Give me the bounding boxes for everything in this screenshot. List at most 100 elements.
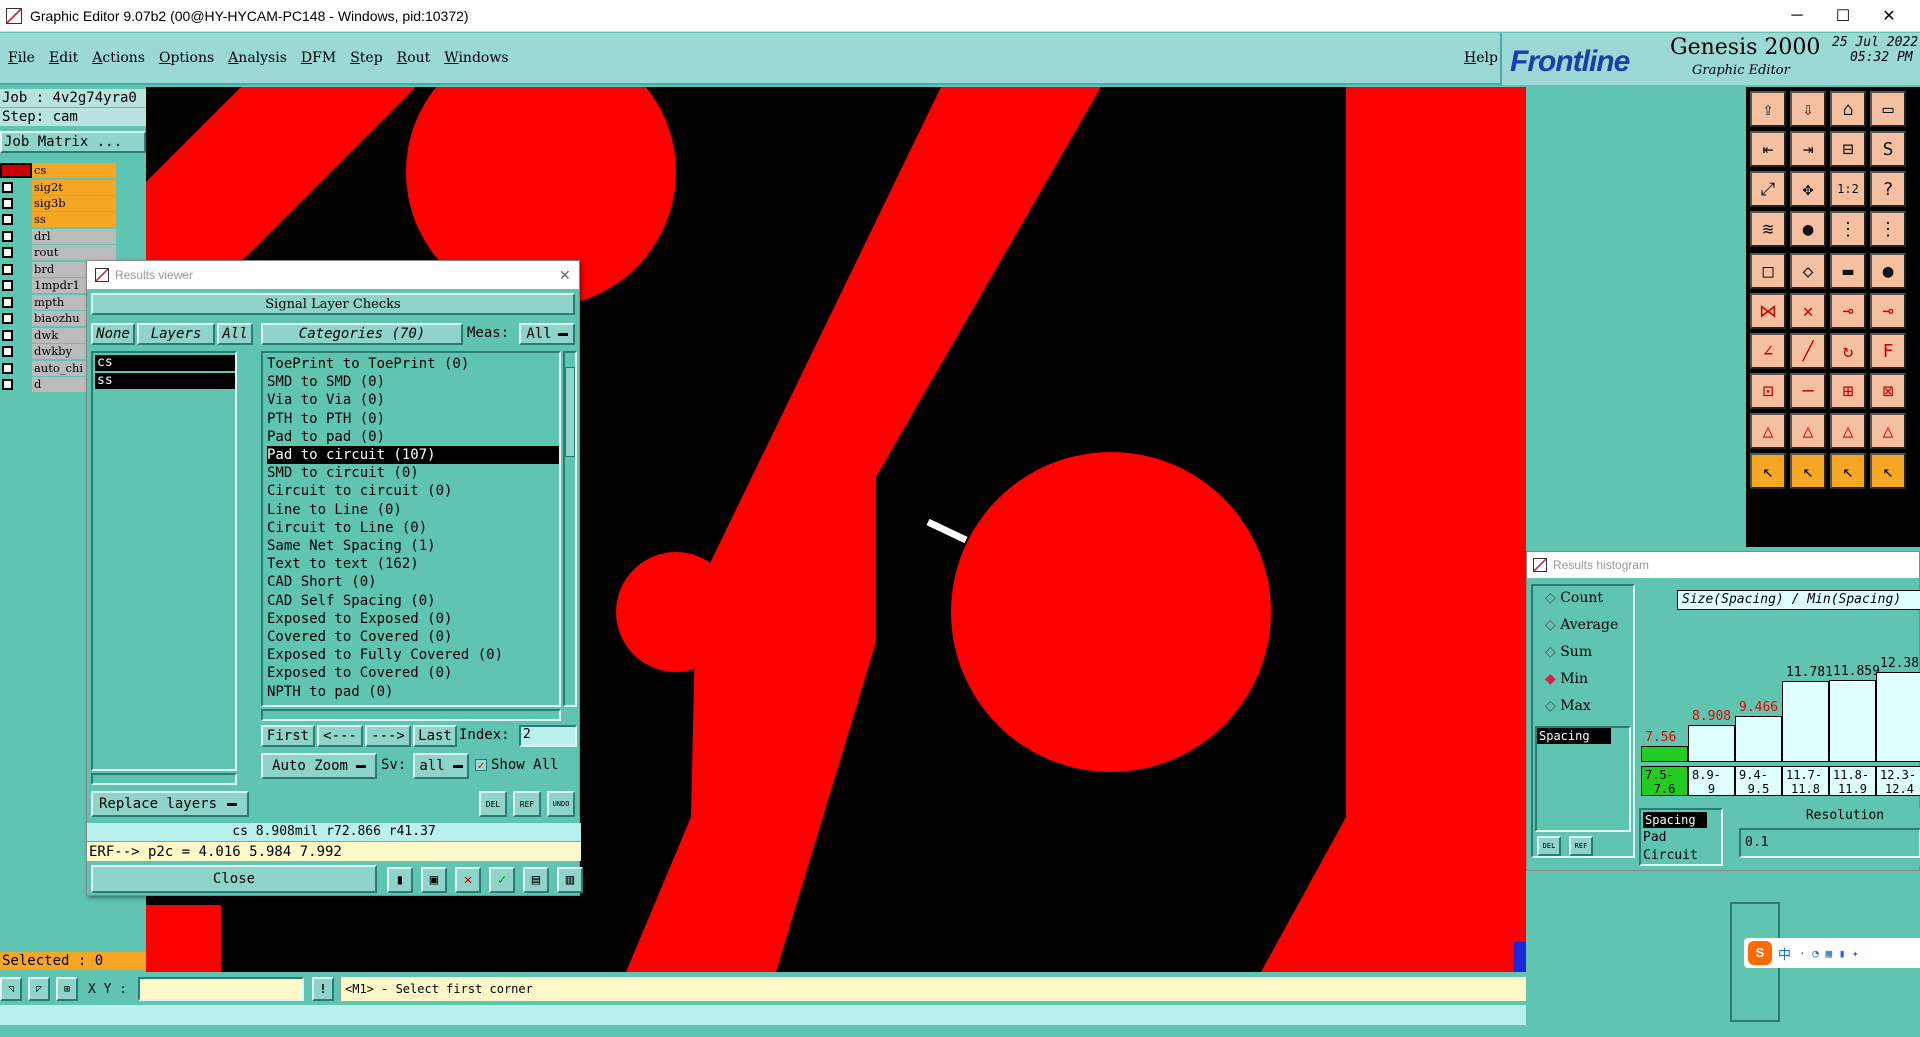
tri-c-icon[interactable]: △ (1830, 413, 1866, 449)
s-icon[interactable]: S (1870, 131, 1906, 167)
menu-windows[interactable]: Windows (444, 50, 508, 66)
layer-checkbox[interactable] (2, 346, 13, 357)
auto-zoom-dropdown[interactable]: Auto Zoom (261, 753, 377, 779)
arc-icon[interactable]: ↻ (1830, 333, 1866, 369)
layer-row-sig3b[interactable]: sig3b (0, 196, 118, 211)
tri-a-icon[interactable]: △ (1750, 413, 1786, 449)
categories-hscrollbar[interactable] (261, 709, 561, 721)
result-layer-ss[interactable]: ss (95, 373, 235, 389)
link-b-icon[interactable]: ⊸ (1870, 293, 1906, 329)
info-icon[interactable]: ! (312, 977, 334, 1001)
menu-actions[interactable]: Actions (92, 50, 145, 66)
result-layer-cs[interactable]: cs (95, 355, 235, 371)
scroll-thumb[interactable] (565, 367, 575, 457)
results-viewer-close-icon[interactable]: ✕ (559, 267, 571, 284)
layer-checkbox[interactable] (2, 313, 13, 324)
prev-button[interactable]: <--- (317, 725, 363, 747)
pointer-a-icon[interactable]: ↖ (1750, 453, 1786, 489)
angle-icon[interactable]: ∠ (1750, 333, 1786, 369)
ime-tools-icon[interactable]: · ◔ ▦ ▮ ✦ (1799, 947, 1859, 960)
option-min[interactable]: ◆ Min (1545, 671, 1588, 687)
category-item[interactable]: CAD Self Spacing (0) (267, 592, 436, 610)
report-icon[interactable]: ▤ (523, 867, 549, 893)
undo-icon[interactable]: ⇪ (1750, 91, 1786, 127)
pointer-d-icon[interactable]: ↖ (1870, 453, 1906, 489)
categories-list[interactable]: ToePrint to ToePrint (0) SMD to SMD (0) Vi… (261, 351, 561, 707)
menu-dfm[interactable]: DFM (301, 50, 336, 66)
pin-icon[interactable]: ● (1790, 211, 1826, 247)
layer-checkbox[interactable] (2, 247, 13, 258)
histogram-bar[interactable] (1735, 716, 1782, 762)
next-button[interactable]: ---> (365, 725, 411, 747)
hist-del-button[interactable]: DEL (1537, 836, 1561, 856)
category-item[interactable]: SMD to SMD (0) (267, 373, 385, 391)
ruler-icon[interactable]: ▬ (1830, 253, 1866, 289)
category-item[interactable]: Pad to circuit (107) (267, 446, 559, 464)
category-item[interactable]: Via to Via (0) (267, 391, 385, 409)
sv-dropdown[interactable]: all (413, 753, 469, 779)
option-max[interactable]: ◇ Max (1545, 698, 1591, 714)
layer-checkbox[interactable] (2, 280, 13, 291)
category-item[interactable]: Covered to Covered (0) (267, 628, 452, 646)
layer-checkbox[interactable] (2, 264, 13, 275)
pointer-c-icon[interactable]: ↖ (1830, 453, 1866, 489)
left-icon[interactable]: ⇤ (1750, 131, 1786, 167)
menu-edit[interactable]: Edit (49, 50, 78, 66)
redo-icon[interactable]: ⇩ (1790, 91, 1826, 127)
layer-checkbox[interactable] (2, 330, 13, 341)
layer-row-ss[interactable]: ss (0, 212, 118, 227)
grid-icon[interactable]: ⊞ (56, 977, 78, 1001)
layer-row-drl[interactable]: drl (0, 229, 118, 244)
close-window-button[interactable]: ✕ (1866, 0, 1912, 32)
snap-b-icon[interactable]: ⊠ (1870, 373, 1906, 409)
index-input[interactable]: 2 (519, 725, 577, 747)
tool-icon-b[interactable]: ◸ (28, 977, 50, 1001)
category-item[interactable]: Same Net Spacing (1) (267, 537, 436, 555)
pan-icon[interactable]: ✥ (1790, 171, 1826, 207)
category-item[interactable]: Line to Line (0) (267, 501, 402, 519)
histogram-bar[interactable] (1688, 724, 1735, 762)
category-item[interactable]: Exposed to Exposed (0) (267, 610, 452, 628)
category-item[interactable]: PTH to PTH (0) (267, 410, 385, 428)
category-item[interactable]: Circuit to Line (0) (267, 519, 427, 537)
dot-icon[interactable]: ● (1870, 253, 1906, 289)
none-button[interactable]: None (91, 323, 135, 345)
layer-checkbox[interactable] (2, 297, 13, 308)
help-icon[interactable]: ? (1870, 171, 1906, 207)
category-item[interactable]: Pad to pad (0) (267, 428, 385, 446)
histogram-bar[interactable] (1782, 680, 1829, 762)
layer-checkbox[interactable] (2, 198, 13, 209)
category-item[interactable]: SMD to circuit (0) (267, 464, 419, 482)
last-button[interactable]: Last (413, 725, 457, 747)
layers-button[interactable]: Layers (137, 323, 215, 345)
option-sum[interactable]: ◇ Sum (1545, 644, 1592, 660)
del-icon-button[interactable]: DEL (479, 791, 507, 817)
show-all-checkbox[interactable]: ✓ (475, 759, 487, 771)
maximize-button[interactable]: ☐ (1820, 0, 1866, 32)
menu-analysis[interactable]: Analysis (228, 50, 287, 66)
layer-checkbox[interactable] (2, 214, 13, 225)
menu-help[interactable]: Help (1464, 50, 1498, 66)
hline-icon[interactable]: ─ (1790, 373, 1826, 409)
fit-icon[interactable]: ⊟ (1830, 131, 1866, 167)
grid-a-icon[interactable]: ⋮ (1830, 211, 1866, 247)
crossed-icon[interactable]: ✕ (455, 867, 481, 893)
histogram-bar[interactable] (1829, 679, 1876, 762)
menu-step[interactable]: Step (350, 50, 382, 66)
layer-checkbox[interactable] (2, 182, 13, 193)
xy-input[interactable] (138, 977, 304, 1001)
layer-checkbox[interactable] (2, 231, 13, 242)
home-icon[interactable]: ⌂ (1830, 91, 1866, 127)
tool-icon-a[interactable]: ◹ (0, 977, 22, 1001)
text-icon[interactable]: F (1870, 333, 1906, 369)
ime-toolbar[interactable]: S 中 · ◔ ▦ ▮ ✦ (1744, 938, 1920, 968)
pointer-b-icon[interactable]: ↖ (1790, 453, 1826, 489)
connect-icon[interactable]: ⋈ (1750, 293, 1786, 329)
layer-list-hscrollbar[interactable] (91, 773, 237, 785)
right-icon[interactable]: ⇥ (1790, 131, 1826, 167)
grid-b-icon[interactable]: ⋮ (1870, 211, 1906, 247)
close-button[interactable]: Close (91, 865, 377, 893)
menu-file[interactable]: File (8, 50, 35, 66)
meas-dropdown[interactable]: All (519, 323, 575, 345)
layer-row-rout[interactable]: rout (0, 245, 118, 260)
